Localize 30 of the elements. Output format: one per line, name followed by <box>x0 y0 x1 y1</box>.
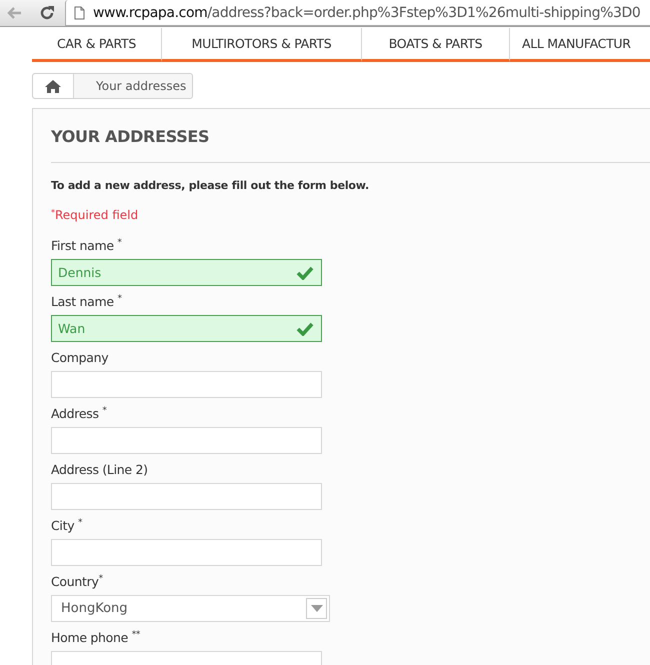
input-field[interactable] <box>51 427 322 454</box>
field-label: Company <box>51 350 110 366</box>
input-field[interactable] <box>51 539 322 566</box>
field-label: Last name $^{*}$ <box>51 294 123 310</box>
page-icon <box>74 6 85 20</box>
input-field[interactable] <box>51 371 322 398</box>
reload-icon[interactable] <box>39 5 55 21</box>
field-label: First name $^{*}$ <box>51 238 123 254</box>
required-note: $^{*}$Required field <box>51 207 140 223</box>
nav-tab[interactable]: CAR & PARTS <box>32 28 162 62</box>
field-label: Home phone $^{**}$ <box>51 630 142 646</box>
country-dropdown[interactable]: HongKong <box>51 595 330 622</box>
intro-text: To add a new address, please fill out the form below. <box>51 178 370 193</box>
check-icon <box>296 266 314 280</box>
field-label: Address $^{*}$ <box>51 406 108 422</box>
address-bar[interactable]: www.rcpapa.com/address?back=order.php%3Fstep%3D1%26multi-shipping%3D0 <box>65 0 650 26</box>
dropdown-arrow-icon <box>310 605 322 612</box>
home-link[interactable] <box>33 74 74 98</box>
breadcrumb-current: Your addresses <box>96 79 186 93</box>
url-text: www.rcpapa.com/address?back=order.php%3Fstep%3D1%26multi-shipping%3D0 <box>93 4 640 20</box>
home-icon <box>45 80 61 92</box>
page-heading: YOUR ADDRESSES <box>51 127 210 147</box>
input-field[interactable] <box>51 483 322 510</box>
nav-tab[interactable]: MULTIROTORS & PARTS <box>162 28 362 62</box>
back-icon[interactable] <box>6 6 22 20</box>
field-label: Address (Line 2) <box>51 462 149 478</box>
check-icon <box>296 322 314 336</box>
field-label: Country$^{*}$ <box>51 574 104 590</box>
field-label: City $^{*}$ <box>51 518 84 534</box>
nav-tab[interactable]: BOATS & PARTS <box>362 28 510 62</box>
